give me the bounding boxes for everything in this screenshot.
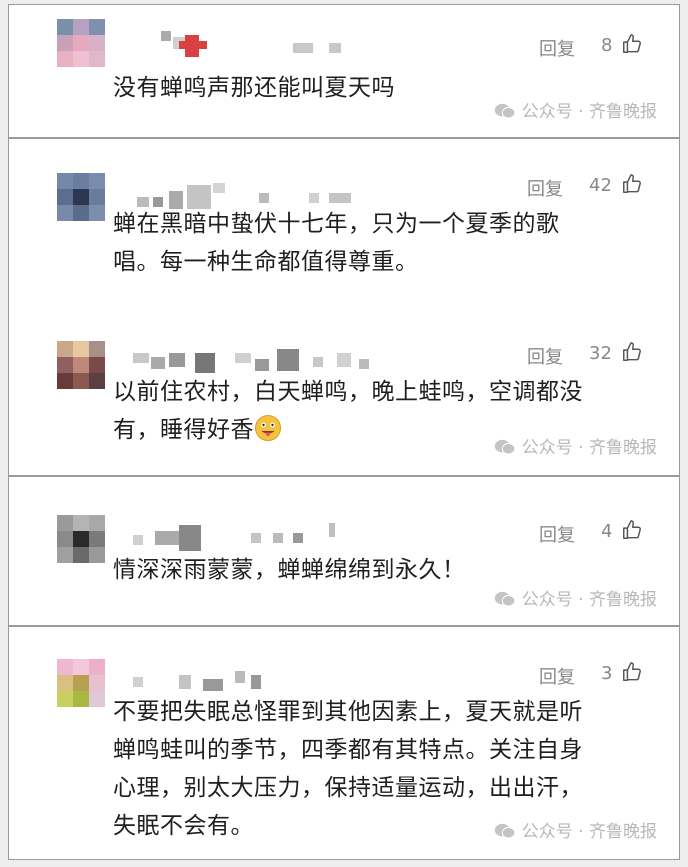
reply-button[interactable]: 回复 <box>539 663 575 689</box>
like-count: 42 <box>589 175 612 196</box>
avatar[interactable] <box>57 659 105 707</box>
username-blurred[interactable] <box>123 665 363 695</box>
watermark-text: 公众号 · 齐鲁晚报 <box>521 590 657 610</box>
comment-line: 不要把失眠总怪罪到其他因素上，夏天就是听 <box>113 699 583 725</box>
like-count: 3 <box>601 663 613 684</box>
comment-card: 回复 4 情深深雨蒙蒙，蝉蝉绵绵到永久！ 公众号 · 齐鲁晚报 <box>8 476 680 626</box>
comment-line: 蝉鸣蛙叫的季节，四季都有其特点。关注自身 <box>113 737 583 763</box>
avatar[interactable] <box>57 19 105 67</box>
wechat-icon <box>494 823 516 839</box>
comment-line: 心理，别太大压力，保持适量运动，出出汗， <box>113 775 583 801</box>
like-count: 32 <box>589 343 612 364</box>
avatar[interactable] <box>57 173 105 221</box>
thumbs-up-icon[interactable] <box>621 33 643 55</box>
watermark-text: 公众号 · 齐鲁晚报 <box>521 822 657 842</box>
thumbs-up-icon[interactable] <box>621 341 643 363</box>
reply-button[interactable]: 回复 <box>539 35 575 61</box>
avatar[interactable] <box>57 341 105 389</box>
username-blurred[interactable] <box>123 27 363 57</box>
wechat-icon <box>494 439 516 455</box>
wechat-icon <box>494 591 516 607</box>
thumbs-up-icon[interactable] <box>621 173 643 195</box>
comment-card: 回复 3 不要把失眠总怪罪到其他因素上，夏天就是听 蝉鸣蛙叫的季节，四季都有其特… <box>8 626 680 860</box>
reply-button[interactable]: 回复 <box>539 521 575 547</box>
thumbs-up-icon[interactable] <box>621 661 643 683</box>
reply-button[interactable]: 回复 <box>527 343 563 369</box>
reply-button[interactable]: 回复 <box>527 175 563 201</box>
tongue-out-emoji-icon <box>255 415 281 441</box>
watermark: 公众号 · 齐鲁晚报 <box>494 97 657 122</box>
username-blurred[interactable] <box>123 521 363 551</box>
watermark: 公众号 · 齐鲁晚报 <box>494 433 657 458</box>
comment-text: 情深深雨蒙蒙，蝉蝉绵绵到永久！ <box>113 551 653 589</box>
watermark: 公众号 · 齐鲁晚报 <box>494 817 657 842</box>
username-blurred[interactable] <box>123 345 369 375</box>
watermark: 公众号 · 齐鲁晚报 <box>494 585 657 610</box>
comment-line: 蝉在黑暗中蛰伏十七年，只为一个夏季的歌 <box>113 211 560 237</box>
comment-line: 唱。每一种生命都值得尊重。 <box>113 249 419 275</box>
comment-line: 以前住农村，白天蝉鸣，晚上蛙鸣，空调都没 <box>113 379 583 405</box>
avatar[interactable] <box>57 515 105 563</box>
comment-line: 情深深雨蒙蒙，蝉蝉绵绵到永久！ <box>113 557 466 583</box>
comment-card: 回复 42 蝉在黑暗中蛰伏十七年，只为一个夏季的歌 唱。每一种生命都值得尊重。 … <box>8 138 680 476</box>
like-count: 8 <box>601 35 613 56</box>
watermark-text: 公众号 · 齐鲁晚报 <box>521 438 657 458</box>
wechat-icon <box>494 103 516 119</box>
comment-text: 蝉在黑暗中蛰伏十七年，只为一个夏季的歌 唱。每一种生命都值得尊重。 <box>113 205 653 281</box>
like-count: 4 <box>601 521 613 542</box>
comment-card: 回复 8 没有蝉鸣声那还能叫夏天吗 公众号 · 齐鲁晚报 <box>8 4 680 138</box>
comment-line: 有，睡得好香 <box>113 417 254 443</box>
thumbs-up-icon[interactable] <box>621 519 643 541</box>
watermark-text: 公众号 · 齐鲁晚报 <box>521 102 657 122</box>
